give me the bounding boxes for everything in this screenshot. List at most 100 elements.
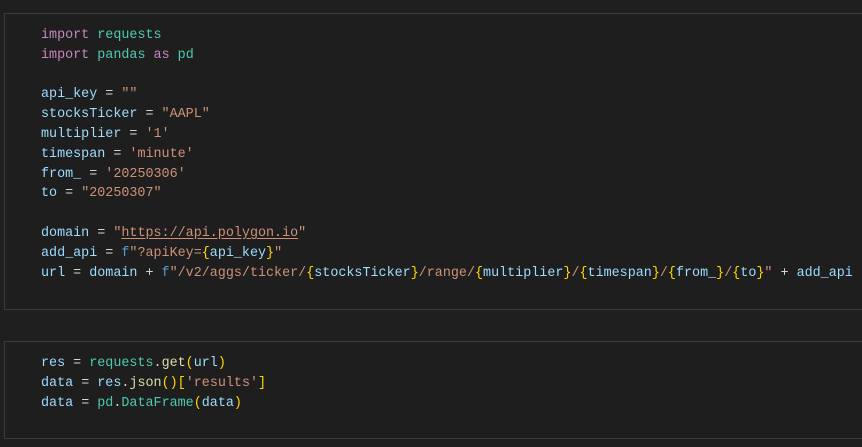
code-line[interactable]: res = requests.get(url) — [41, 354, 266, 374]
code-line[interactable]: multiplier = '1' — [41, 125, 853, 145]
code-line[interactable]: url = domain + f"/v2/aggs/ticker/ { stocks… — [41, 264, 853, 284]
code-token: url — [193, 356, 218, 371]
code-token: "?apiKey= — [129, 245, 202, 261]
code-line[interactable]: domain = "https://api.polygon.io" — [41, 224, 853, 244]
code-token: domain — [89, 265, 138, 281]
code-editor[interactable]: res = requests.get(url) data = res.json()… — [41, 354, 266, 413]
code-token: { — [201, 245, 210, 261]
code-token: = — [121, 126, 146, 142]
code-token: "20250307" — [81, 186, 162, 202]
code-token: + — [137, 265, 162, 281]
code-token: "AAPL" — [161, 107, 210, 123]
code-token: ( — [161, 375, 170, 391]
code-line[interactable]: import requests — [41, 26, 853, 46]
code-token: api_key — [209, 245, 267, 261]
code-token: { — [474, 265, 484, 281]
code-token: = — [105, 146, 130, 162]
code-line[interactable]: data = res.json()['results'] — [41, 374, 266, 394]
code-line[interactable]: stocksTicker = "AAPL" — [41, 105, 853, 125]
code-token: } — [651, 265, 660, 281]
code-token: + — [772, 265, 797, 281]
code-token: = — [57, 186, 82, 202]
code-token: stocksTicker — [41, 107, 138, 123]
code-token: multiplier — [483, 265, 564, 281]
code-token: { — [579, 265, 588, 281]
code-token: } — [716, 265, 725, 281]
code-token: json — [129, 375, 162, 391]
code-token: /range/ — [418, 265, 475, 281]
code-token: url — [41, 265, 66, 281]
code-token: = — [65, 356, 90, 371]
code-cell-1[interactable]: import requests import pandas as pd api_ke… — [4, 13, 862, 310]
code-token: [ — [177, 375, 186, 391]
code-token: from_ — [675, 265, 717, 281]
code-token: '1' — [145, 126, 170, 142]
code-token: pd — [177, 47, 194, 63]
code-token: = — [81, 166, 106, 182]
code-line[interactable] — [41, 66, 853, 86]
code-editor[interactable]: import requests import pandas as pd api_ke… — [41, 26, 853, 283]
code-line[interactable]: import pandas as pd — [41, 46, 853, 66]
code-token: timespan — [41, 146, 106, 162]
code-token: f — [161, 265, 170, 281]
code-token: multiplier — [41, 126, 122, 142]
code-token: import — [41, 28, 90, 43]
code-cell-2[interactable]: res = requests.get(url) data = res.json()… — [4, 341, 862, 439]
code-token: data — [41, 375, 74, 391]
code-token: } — [266, 245, 275, 261]
code-line[interactable]: data = pd.DataFrame(data) — [41, 394, 266, 414]
code-line[interactable]: api_key = "" — [41, 85, 853, 105]
code-token: 'results' — [185, 375, 259, 391]
code-line[interactable]: to = "20250307" — [41, 184, 853, 204]
code-token: = — [73, 395, 98, 411]
code-token: as — [153, 47, 170, 63]
code-token: DataFrame — [121, 395, 194, 411]
code-token: ) — [217, 356, 226, 371]
code-token: pd — [97, 395, 114, 411]
code-token: ( — [185, 356, 194, 371]
code-token: to — [41, 186, 58, 202]
code-token: domain — [41, 225, 90, 241]
code-token: } — [410, 265, 419, 281]
code-token: " — [298, 225, 307, 241]
code-token: data — [41, 395, 74, 411]
code-token: 'minute' — [129, 146, 194, 162]
code-line[interactable]: timespan = 'minute' — [41, 145, 853, 165]
code-token: ) — [169, 375, 178, 391]
code-token: get — [161, 356, 186, 371]
code-token: "/v2/aggs/ticker/ — [169, 265, 307, 281]
code-token: / — [659, 265, 668, 281]
code-token: res — [41, 356, 66, 371]
code-token: requests — [89, 356, 154, 371]
code-token: = — [97, 245, 122, 261]
code-token: from_ — [41, 166, 82, 182]
code-token: pandas — [97, 47, 146, 63]
code-token: api_key — [41, 87, 98, 103]
url-link[interactable]: https://api.polygon.io — [121, 226, 298, 241]
code-token: = — [89, 225, 114, 241]
code-token: stocksTicker — [314, 265, 411, 281]
code-token: import — [41, 47, 90, 63]
code-token: "" — [121, 87, 138, 103]
code-token: res — [97, 375, 122, 391]
code-token: ] — [258, 375, 267, 391]
code-token: = — [73, 375, 98, 391]
code-token: " — [274, 245, 283, 261]
code-token: add_api — [796, 265, 853, 281]
code-token: data — [201, 395, 234, 411]
code-token: ) — [233, 395, 242, 411]
code-token: . — [153, 356, 162, 371]
code-line[interactable]: add_api = f"?apiKey={api_key}" — [41, 244, 853, 264]
code-token: = — [137, 107, 162, 123]
code-token: ( — [193, 395, 202, 411]
code-token: { — [667, 265, 676, 281]
code-token: add_api — [41, 245, 98, 261]
code-token: timespan — [587, 265, 652, 281]
code-line[interactable] — [41, 204, 853, 224]
code-token: = — [97, 87, 122, 103]
code-token: = — [65, 265, 90, 281]
code-line[interactable]: from_ = '20250306' — [41, 165, 853, 185]
code-token: requests — [97, 28, 162, 43]
